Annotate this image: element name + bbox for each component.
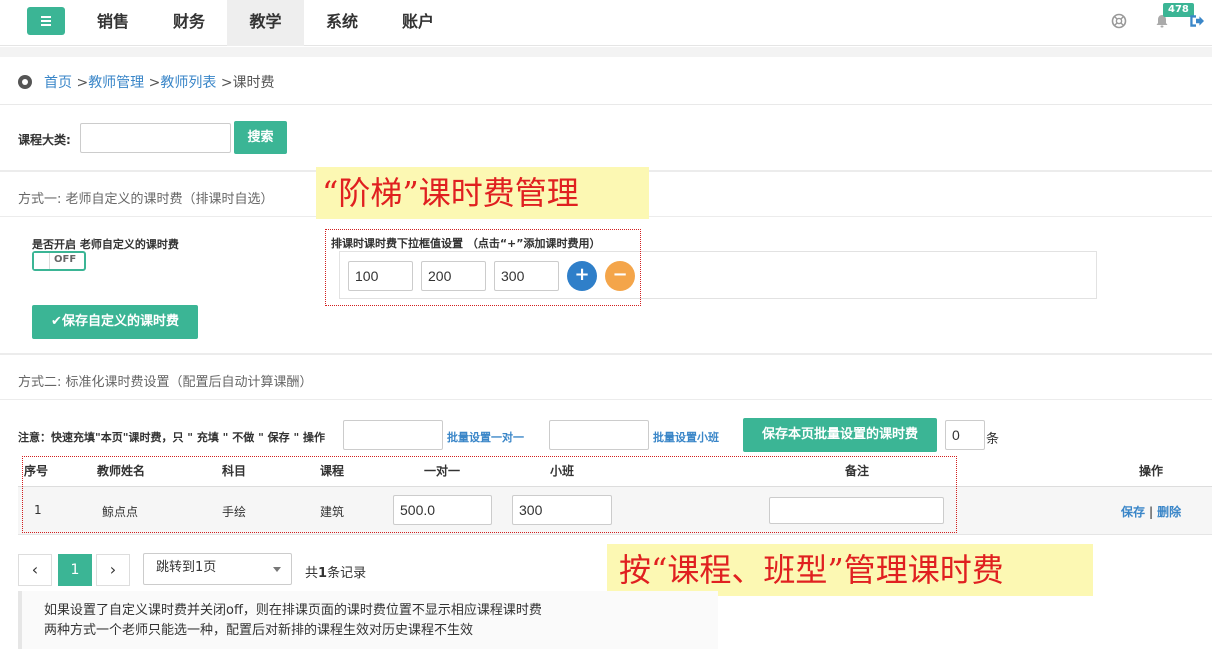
batch-one-on-one-input[interactable] — [343, 420, 443, 450]
record-count-unit: 条 — [986, 432, 1000, 447]
breadcrumb-teacher-mgmt[interactable]: 教师管理 — [88, 75, 144, 91]
nav-item-account[interactable]: 账户 — [380, 0, 456, 46]
method1-title: 方式一: 老师自定义的课时费（排课时自选） — [18, 192, 274, 207]
batch-one-on-one-link[interactable]: 批量设置一对一 — [447, 429, 524, 445]
menu-toggle-button[interactable] — [27, 7, 65, 35]
breadcrumb-teacher-list[interactable]: 教师列表 — [160, 75, 216, 91]
tips-box: 如果设置了自定义课时费并关闭off，则在排课页面的课时费位置不显示相应课程课时费… — [18, 591, 718, 649]
nav-item-teaching[interactable]: 教学 — [227, 0, 304, 46]
nav-item-system[interactable]: 系统 — [304, 0, 380, 46]
enable-custom-fee-label: 是否开启 老师自定义的课时费 — [32, 238, 179, 251]
next-page-button[interactable]: › — [96, 554, 130, 586]
row-save-link[interactable]: 保存 — [1121, 505, 1145, 519]
row-delete-link[interactable]: 删除 — [1157, 505, 1181, 519]
help-lifebuoy-icon[interactable] — [1111, 13, 1127, 29]
page-1-button[interactable]: 1 — [58, 554, 92, 586]
batch-small-class-link[interactable]: 批量设置小班 — [653, 429, 719, 445]
jump-to-page-select[interactable]: 跳转到1页 — [143, 553, 292, 585]
table-highlight-box — [22, 456, 957, 533]
method2-title: 方式二: 标准化课时费设置（配置后自动计算课酬） — [18, 375, 313, 390]
nav-item-sales[interactable]: 销售 — [75, 0, 151, 46]
tiered-fee-annotation: “阶梯”课时费管理 — [316, 167, 649, 219]
course-category-label: 课程大类: — [18, 133, 71, 147]
save-batch-fee-button[interactable]: 保存本页批量设置的课时费 — [743, 418, 937, 452]
breadcrumb-trail: 首页 >教师管理 >教师列表 >课时费 — [44, 75, 275, 91]
course-classtype-annotation: 按“课程、班型”管理课时费 — [607, 544, 1093, 596]
col-action: 操作 — [1139, 464, 1164, 478]
course-category-input[interactable] — [80, 123, 231, 153]
prev-page-button[interactable]: ‹ — [18, 554, 52, 586]
location-pin-icon — [18, 75, 32, 89]
section-divider — [0, 353, 1212, 355]
page-gap — [0, 47, 1212, 57]
breadcrumb-current: 课时费 — [232, 75, 275, 91]
total-records: 共1条记录 — [305, 566, 367, 581]
top-navbar: 销售 财务 教学 系统 账户 478 — [0, 0, 1212, 46]
save-custom-fee-button[interactable]: ✔保存自定义的课时费 — [32, 305, 198, 339]
section-divider — [0, 399, 1212, 400]
custom-fee-toggle[interactable]: OFF — [32, 251, 86, 271]
search-button[interactable]: 搜索 — [234, 121, 287, 154]
toggle-state-text: OFF — [54, 254, 77, 265]
chevron-down-icon — [273, 567, 281, 572]
tip-line-2: 两种方式一个老师只能选一种，配置后对新排的课程生效对历史课程不生效 — [44, 623, 474, 638]
record-count-input[interactable] — [945, 420, 985, 450]
tiered-fee-highlight-box — [325, 229, 641, 306]
tip-line-1: 如果设置了自定义课时费并关闭off，则在排课页面的课时费位置不显示相应课程课时费 — [44, 603, 542, 618]
logout-icon[interactable] — [1188, 13, 1204, 29]
breadcrumb: 首页 >教师管理 >教师列表 >课时费 — [0, 58, 1212, 105]
batch-small-class-input[interactable] — [549, 420, 649, 450]
batch-fill-note: 注意：快速充填"本页"课时费，只 " 充填 " 不做 " 保存 " 操作 — [18, 431, 326, 444]
row-actions: 保存 | 删除 — [1121, 505, 1182, 519]
breadcrumb-home[interactable]: 首页 — [44, 75, 72, 91]
nav-item-finance[interactable]: 财务 — [151, 0, 227, 46]
